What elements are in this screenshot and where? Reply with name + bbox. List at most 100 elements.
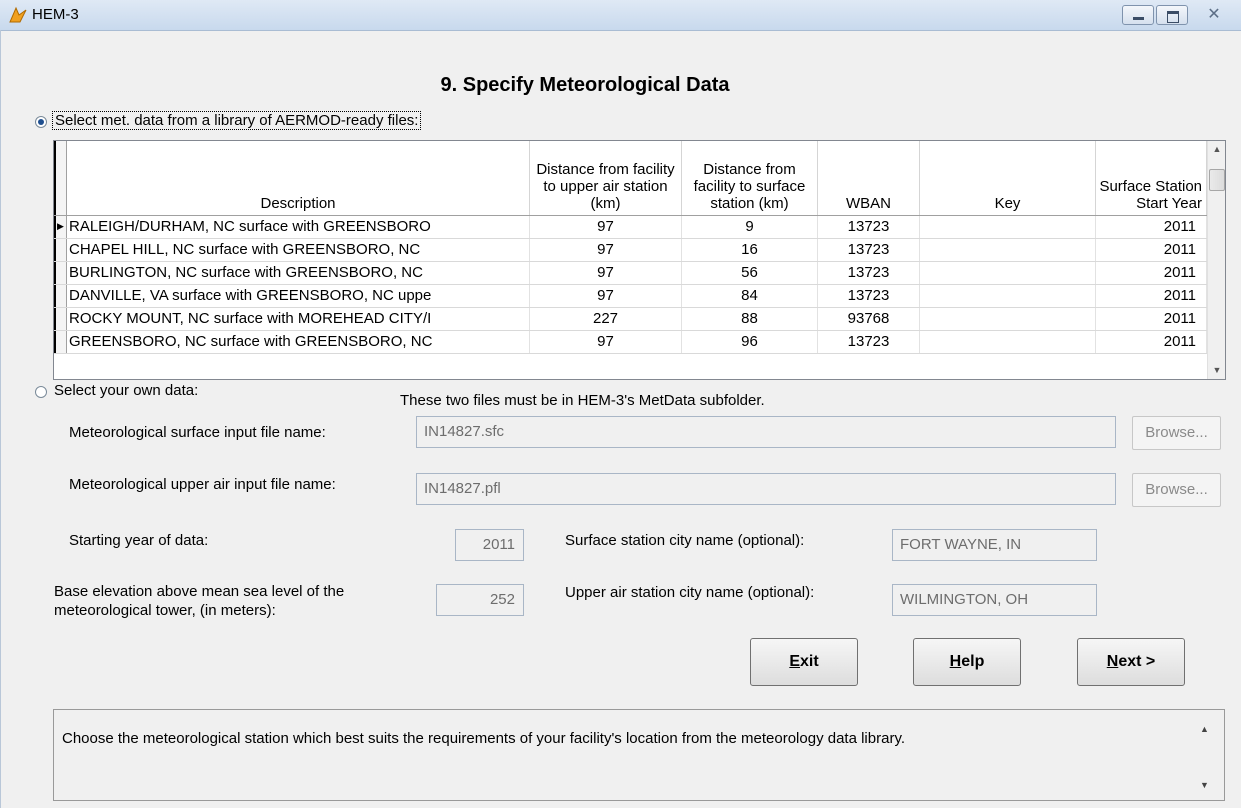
cell-upper[interactable]: 97	[530, 262, 682, 284]
cell-description[interactable]: GREENSBORO, NC surface with GREENSBORO, …	[67, 331, 530, 353]
cell-surface[interactable]: 16	[682, 239, 818, 261]
cell-upper[interactable]: 97	[530, 239, 682, 261]
col-key[interactable]: Key	[920, 141, 1096, 215]
col-upper-air-distance[interactable]: Distance from facility to upper air stat…	[530, 141, 682, 215]
cell-wban[interactable]: 13723	[818, 285, 920, 307]
surface-city-label: Surface station city name (optional):	[565, 532, 805, 549]
cell-year[interactable]: 2011	[1096, 262, 1207, 284]
col-wban[interactable]: WBAN	[818, 141, 920, 215]
hem-app-icon	[9, 6, 27, 23]
cell-key[interactable]	[920, 239, 1096, 261]
cell-wban[interactable]: 13723	[818, 331, 920, 353]
col-surface-distance[interactable]: Distance from facility to surface statio…	[682, 141, 818, 215]
surface-city-input[interactable]: FORT WAYNE, IN	[892, 529, 1097, 561]
title-bar: HEM-3 ✕	[0, 0, 1241, 31]
cell-upper[interactable]: 227	[530, 308, 682, 330]
surface-file-input[interactable]: IN14827.sfc	[416, 416, 1116, 448]
cell-description[interactable]: CHAPEL HILL, NC surface with GREENSBORO,…	[67, 239, 530, 261]
cell-upper[interactable]: 97	[530, 216, 682, 238]
cell-surface[interactable]: 88	[682, 308, 818, 330]
row-header[interactable]	[54, 262, 67, 284]
help-mnemonic: H	[949, 653, 962, 670]
current-row-icon: ▶	[57, 221, 64, 231]
exit-mnemonic: E	[789, 653, 800, 670]
minimize-button[interactable]	[1122, 5, 1154, 25]
cell-surface[interactable]: 9	[682, 216, 818, 238]
elevation-label-line1: Base elevation above mean sea level of t…	[54, 583, 345, 600]
table-row[interactable]: GREENSBORO, NC surface with GREENSBORO, …	[54, 331, 1207, 354]
row-header[interactable]: ▶	[54, 216, 67, 238]
cell-year[interactable]: 2011	[1096, 331, 1207, 353]
table-row[interactable]: BURLINGTON, NC surface with GREENSBORO, …	[54, 262, 1207, 285]
msg-scroll-up-icon[interactable]: ▲	[1200, 724, 1209, 734]
grid-scrollbar[interactable]: ▲ ▼	[1207, 141, 1225, 379]
cell-description[interactable]: RALEIGH/DURHAM, NC surface with GREENSBO…	[67, 216, 530, 238]
upper-city-label: Upper air station city name (optional):	[565, 584, 815, 601]
minimize-icon	[1133, 17, 1144, 20]
grid-header: Description Distance from facility to up…	[54, 141, 1207, 216]
upper-browse-button[interactable]: Browse...	[1132, 473, 1221, 507]
cell-description[interactable]: BURLINGTON, NC surface with GREENSBORO, …	[67, 262, 530, 284]
next-button[interactable]: Next >	[1077, 638, 1185, 686]
cell-surface[interactable]: 56	[682, 262, 818, 284]
exit-label: xit	[800, 653, 819, 670]
library-radio[interactable]	[35, 116, 47, 128]
row-header[interactable]	[54, 285, 67, 307]
elevation-input[interactable]: 252	[436, 584, 524, 616]
cell-key[interactable]	[920, 331, 1096, 353]
met-library-grid[interactable]: Description Distance from facility to up…	[53, 140, 1226, 380]
row-header[interactable]	[54, 239, 67, 261]
start-year-input[interactable]: 2011	[455, 529, 524, 561]
next-mnemonic: N	[1106, 653, 1119, 670]
cell-wban[interactable]: 93768	[818, 308, 920, 330]
row-header[interactable]	[54, 331, 67, 353]
help-message-text: Choose the meteorological station which …	[62, 730, 905, 747]
cell-year[interactable]: 2011	[1096, 285, 1207, 307]
scroll-up-icon[interactable]: ▲	[1208, 141, 1225, 158]
surface-browse-button[interactable]: Browse...	[1132, 416, 1221, 450]
cell-year[interactable]: 2011	[1096, 239, 1207, 261]
cell-surface[interactable]: 96	[682, 331, 818, 353]
cell-year[interactable]: 2011	[1096, 308, 1207, 330]
upper-file-input[interactable]: IN14827.pfl	[416, 473, 1116, 505]
cell-upper[interactable]: 97	[530, 285, 682, 307]
cell-upper[interactable]: 97	[530, 331, 682, 353]
cell-description[interactable]: DANVILLE, VA surface with GREENSBORO, NC…	[67, 285, 530, 307]
cell-description[interactable]: ROCKY MOUNT, NC surface with MOREHEAD CI…	[67, 308, 530, 330]
own-data-radio-label[interactable]: Select your own data:	[54, 382, 198, 399]
cell-surface[interactable]: 84	[682, 285, 818, 307]
col-start-year[interactable]: Surface Station Start Year	[1096, 141, 1207, 215]
maximize-button[interactable]	[1156, 5, 1188, 25]
library-radio-label[interactable]: Select met. data from a library of AERMO…	[52, 111, 422, 130]
help-message-box[interactable]: Choose the meteorological station which …	[53, 709, 1225, 801]
own-data-radio[interactable]	[35, 386, 47, 398]
cell-key[interactable]	[920, 216, 1096, 238]
scroll-thumb[interactable]	[1209, 169, 1225, 191]
close-button[interactable]: ✕	[1196, 4, 1232, 26]
table-row[interactable]: CHAPEL HILL, NC surface with GREENSBORO,…	[54, 239, 1207, 262]
row-header[interactable]	[54, 308, 67, 330]
table-row[interactable]: ROCKY MOUNT, NC surface with MOREHEAD CI…	[54, 308, 1207, 331]
table-row[interactable]: ▶ RALEIGH/DURHAM, NC surface with GREENSB…	[54, 216, 1207, 239]
start-year-label: Starting year of data:	[69, 532, 209, 549]
help-button[interactable]: Help	[913, 638, 1021, 686]
maximize-icon	[1167, 11, 1179, 23]
cell-key[interactable]	[920, 285, 1096, 307]
cell-key[interactable]	[920, 262, 1096, 284]
cell-wban[interactable]: 13723	[818, 216, 920, 238]
upper-city-input[interactable]: WILMINGTON, OH	[892, 584, 1097, 616]
scroll-down-icon[interactable]: ▼	[1208, 362, 1225, 379]
cell-year[interactable]: 2011	[1096, 216, 1207, 238]
elevation-label-line2: meteorological tower, (in meters):	[54, 602, 276, 619]
cell-wban[interactable]: 13723	[818, 262, 920, 284]
msg-scroll-down-icon[interactable]: ▼	[1200, 780, 1209, 790]
cell-wban[interactable]: 13723	[818, 239, 920, 261]
col-description[interactable]: Description	[67, 141, 530, 215]
library-radio-text: Select met. data from a library of AERMO…	[52, 111, 422, 130]
window-title: HEM-3	[32, 6, 79, 23]
surface-file-label: Meteorological surface input file name:	[69, 424, 326, 441]
cell-key[interactable]	[920, 308, 1096, 330]
table-row[interactable]: DANVILLE, VA surface with GREENSBORO, NC…	[54, 285, 1207, 308]
elevation-label: Base elevation above mean sea level of t…	[54, 582, 344, 620]
exit-button[interactable]: Exit	[750, 638, 858, 686]
